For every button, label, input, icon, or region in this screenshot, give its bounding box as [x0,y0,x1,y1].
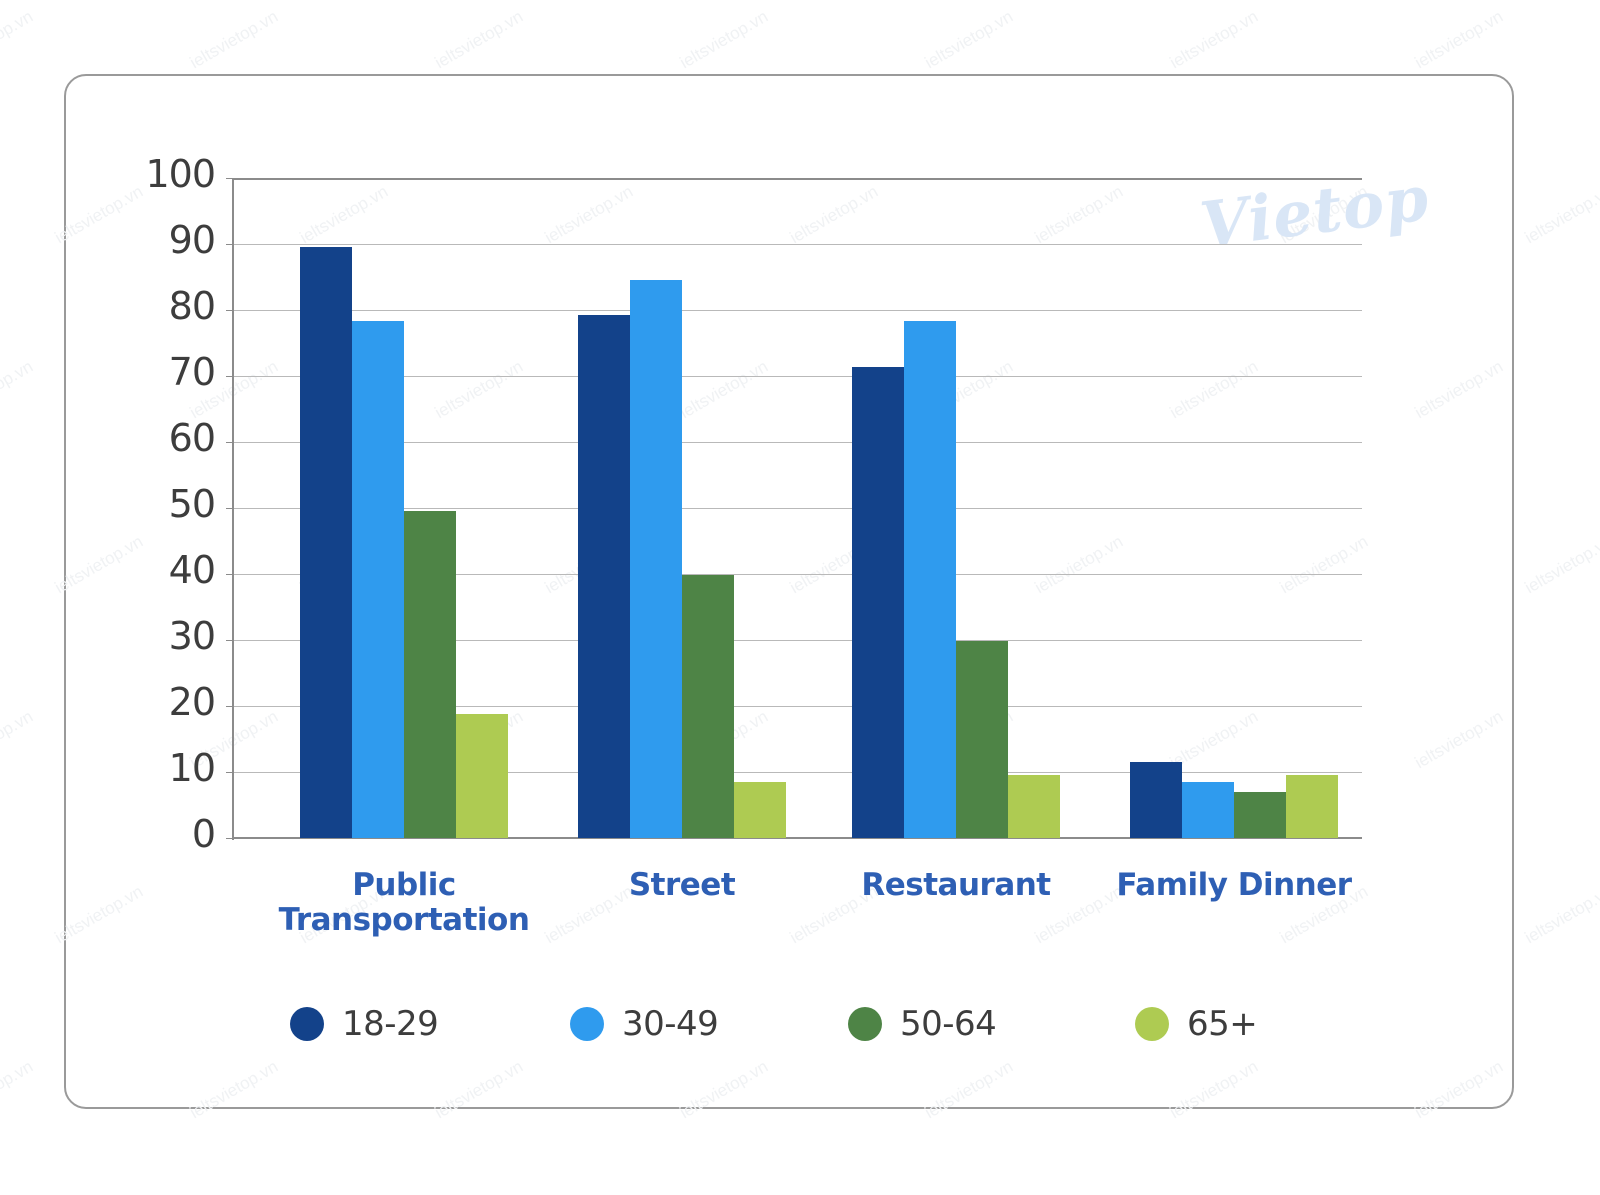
legend-label: 30-49 [622,1004,719,1044]
watermark-text: ieltsvietop.vn [0,1056,37,1123]
y-axis-tick-label: 30 [168,614,216,658]
legend-swatch-icon [848,1007,882,1041]
y-axis-tick-label: 90 [168,218,216,262]
bar [904,321,956,838]
watermark-text: ieltsvietop.vn [1411,706,1507,773]
watermark-text: ieltsvietop.vn [921,6,1017,73]
watermark-text: ieltsvietop.vn [676,6,772,73]
watermark-text: ieltsvietop.vn [676,1056,772,1123]
legend-item[interactable]: 50-64 [848,995,997,1053]
watermark-text: ieltsvietop.vn [1166,6,1262,73]
legend-swatch-icon [570,1007,604,1041]
bar [456,713,508,838]
watermark-text: ieltsvietop.vn [0,356,37,423]
y-axis-tick-label: 100 [145,152,216,196]
bar [300,247,352,838]
legend-item[interactable]: 18-29 [290,995,439,1053]
chart-legend: 18-29 30-49 50-64 65+ [290,995,1300,1065]
y-axis-tick-label: 0 [191,812,216,856]
watermark-text: ieltsvietop.vn [1166,1056,1262,1123]
legend-item[interactable]: 30-49 [570,995,719,1053]
bar [956,641,1008,838]
legend-item[interactable]: 65+ [1135,995,1258,1053]
watermark-text: ieltsvietop.vn [431,6,527,73]
bar [404,511,456,838]
watermark-text: ieltsvietop.vn [0,6,37,73]
bar [734,781,786,838]
watermark-text: ieltsvietop.vn [1411,1056,1507,1123]
x-axis-category-label: Family Dinner [1116,867,1352,903]
bars-layer [232,178,1362,838]
legend-label: 18-29 [342,1004,439,1044]
y-axis-tick-label: 50 [168,482,216,526]
legend-swatch-icon [1135,1007,1169,1041]
bar [578,314,630,838]
bar [1234,791,1286,838]
bar [630,280,682,838]
legend-label: 50-64 [900,1004,997,1044]
y-axis: 0 10 20 30 40 50 60 70 80 90 100 [90,0,216,1195]
watermark-text: ieltsvietop.vn [1521,531,1600,598]
watermark-text: ieltsvietop.vn [921,1056,1017,1123]
y-axis-tick-label: 20 [168,680,216,724]
watermark-text: ieltsvietop.vn [0,706,37,773]
watermark-text: ieltsvietop.vn [431,1056,527,1123]
y-axis-tick-label: 40 [168,548,216,592]
bar [1008,774,1060,838]
y-axis-tick-label: 60 [168,416,216,460]
bar [1182,781,1234,838]
legend-swatch-icon [290,1007,324,1041]
y-axis-tick-label: 80 [168,284,216,328]
bar [1286,774,1338,838]
bar [352,321,404,838]
watermark-text: ieltsvietop.vn [1521,181,1600,248]
bar [682,575,734,838]
bar [852,367,904,838]
grouped-bar-chart: ieltsvietop.vn ieltsvietop.vn ieltsvietop.… [0,0,1600,1195]
watermark-text: ieltsvietop.vn [1411,6,1507,73]
watermark-text: ieltsvietop.vn [1521,881,1600,948]
y-axis-tick-label: 70 [168,350,216,394]
y-axis-tick-label: 10 [168,746,216,790]
legend-label: 65+ [1187,1004,1258,1044]
watermark-text: ieltsvietop.vn [1411,356,1507,423]
bar [1130,762,1182,838]
